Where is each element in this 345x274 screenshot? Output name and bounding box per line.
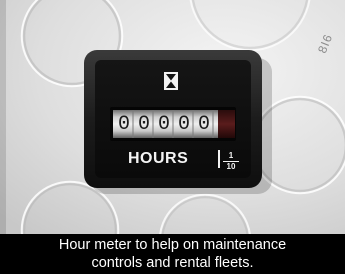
fraction-denominator: 10 (226, 162, 236, 171)
fraction-numerator: 1 (223, 152, 239, 162)
caption-line-2: controls and rental fleets. (91, 255, 254, 271)
hours-label: HOURS (128, 150, 189, 167)
caption-line-1: Hour meter to help on maintenance (58, 237, 287, 253)
counter-digits: 0 0 0 0 0 (114, 111, 235, 138)
counter-digit: 0 (177, 113, 190, 136)
counter-digit: 0 (197, 113, 210, 136)
image-caption: Hour meter to help on maintenance contro… (0, 234, 345, 274)
image-card: 0 0 0 0 0 HOURS 1 10 8I6 Hour meter to h… (0, 0, 345, 274)
hour-meter-photo: 0 0 0 0 0 HOURS 1 10 8I6 (0, 0, 345, 234)
counter-digit: 0 (157, 113, 170, 136)
tenths-fraction: 1 10 (223, 152, 239, 171)
hourglass-icon (164, 72, 178, 90)
counter-digit: 0 (137, 113, 150, 136)
counter-digit: 0 (117, 113, 130, 136)
